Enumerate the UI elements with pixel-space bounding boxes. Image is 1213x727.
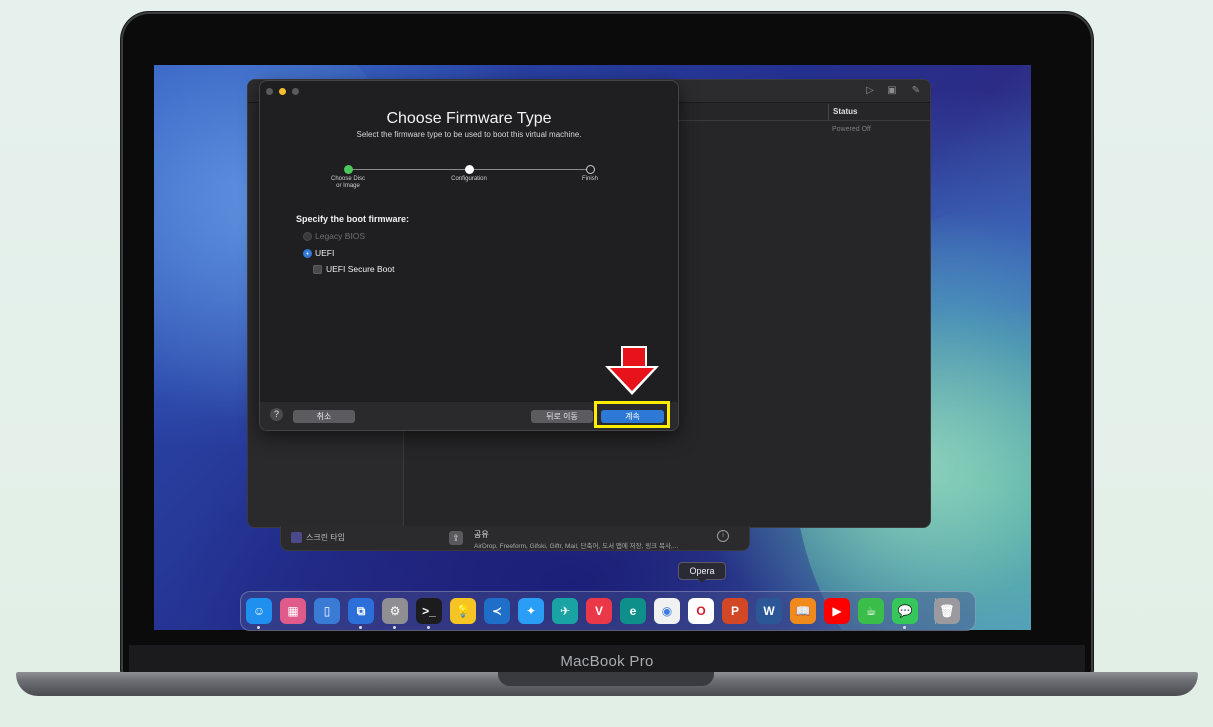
uefi-label: UEFI — [315, 248, 335, 258]
step-pending-dot — [586, 165, 595, 174]
finder-icon[interactable]: ☺ — [246, 598, 272, 624]
running-indicator — [427, 626, 430, 629]
step-label-choose-disc: Choose Disc or Image — [330, 176, 365, 189]
word-icon[interactable]: W — [756, 598, 782, 624]
hourglass-icon — [291, 532, 302, 544]
highlight-box — [594, 401, 670, 428]
dialog-subtitle: Select the firmware type to be used to b… — [356, 130, 582, 139]
lightbulb-icon[interactable]: 💡 — [450, 598, 476, 624]
step-label-configuration: Configuration — [451, 176, 487, 182]
snapshot-icon[interactable]: ▣ — [886, 85, 898, 97]
play-icon[interactable]: ▷ — [864, 85, 876, 97]
launchpad-icon[interactable]: ▦ — [280, 598, 306, 624]
code-editor-icon[interactable]: ≺ — [484, 598, 510, 624]
dialog-title: Choose Firmware Type — [386, 110, 552, 127]
share-subtitle: AirDrop, Freeform, Gifski, Giftr, Mail, … — [474, 543, 679, 550]
boot-firmware-heading: Specify the boot firmware: — [296, 214, 410, 224]
book-icon[interactable]: 📖 — [790, 598, 816, 624]
chrome-icon[interactable]: ◉ — [654, 598, 680, 624]
powerpoint-icon[interactable]: P — [722, 598, 748, 624]
close-window-button[interactable] — [266, 88, 273, 95]
vivaldi-icon[interactable]: V — [586, 598, 612, 624]
dock-tooltip-tail — [697, 578, 707, 583]
running-indicator — [393, 626, 396, 629]
info-icon[interactable]: i — [717, 530, 729, 542]
step-label-finish: Finish — [581, 176, 598, 182]
trash-icon[interactable]: 🗑 — [934, 598, 960, 624]
step-current-dot — [465, 165, 474, 174]
sidebar-item-label: 스크린 타임 — [306, 533, 346, 542]
minimize-window-button[interactable] — [279, 88, 286, 95]
help-button[interactable]: ? — [270, 408, 283, 421]
cancel-button[interactable]: 취소 — [293, 410, 355, 423]
share-title: 공유 — [474, 530, 489, 539]
dock: ☺ ▦ ▯ ⧉ ⚙ >_ 💡 ≺ ✦ ✈ Ve ◉ O P W 📖 ▶ ☕ 💬 🗑 — [240, 591, 976, 631]
status-value: Powered Off — [832, 126, 871, 133]
running-indicator — [359, 626, 362, 629]
phone-icon[interactable]: ▯ — [314, 598, 340, 624]
cup-icon[interactable]: ☕ — [858, 598, 884, 624]
vm-app-icon[interactable]: ⧉ — [348, 598, 374, 624]
edge-icon[interactable]: e — [620, 598, 646, 624]
play-icon[interactable]: ▶ — [824, 598, 850, 624]
sidebar-item-screen-time[interactable]: 스크린 타임 — [291, 532, 346, 544]
share-icon: ⇪ — [449, 531, 463, 545]
legacy-bios-radio[interactable] — [303, 232, 312, 241]
uefi-radio[interactable] — [303, 249, 312, 258]
status-column-header[interactable]: Status — [828, 104, 928, 120]
bird-icon[interactable]: ✈ — [552, 598, 578, 624]
terminal-icon[interactable]: >_ — [416, 598, 442, 624]
stepper-line — [474, 169, 590, 170]
zoom-window-button[interactable] — [292, 88, 299, 95]
settings-panel: 스크린 타임 ⇪ 공유 AirDrop, Freeform, Gifski, G… — [280, 526, 750, 551]
wrench-icon[interactable]: ✎ — [910, 85, 922, 97]
back-button[interactable]: 뒤로 이동 — [531, 410, 593, 423]
running-indicator — [903, 626, 906, 629]
legacy-bios-label: Legacy BIOS — [315, 231, 366, 241]
step-done-dot — [344, 165, 353, 174]
opera-icon[interactable]: O — [688, 598, 714, 624]
laptop-notch — [498, 672, 714, 686]
gear-icon[interactable]: ⚙ — [382, 598, 408, 624]
chat-bubble-icon[interactable]: 💬 — [892, 598, 918, 624]
running-indicator — [257, 626, 260, 629]
pointer-arrow-head — [610, 368, 654, 391]
uefi-secure-boot-label: UEFI Secure Boot — [326, 264, 395, 274]
compass-icon[interactable]: ✦ — [518, 598, 544, 624]
laptop-chin: MacBook Pro — [129, 645, 1085, 673]
uefi-secure-boot-checkbox[interactable] — [313, 265, 322, 274]
model-label: MacBook Pro — [560, 653, 654, 670]
stepper-line — [352, 169, 468, 170]
